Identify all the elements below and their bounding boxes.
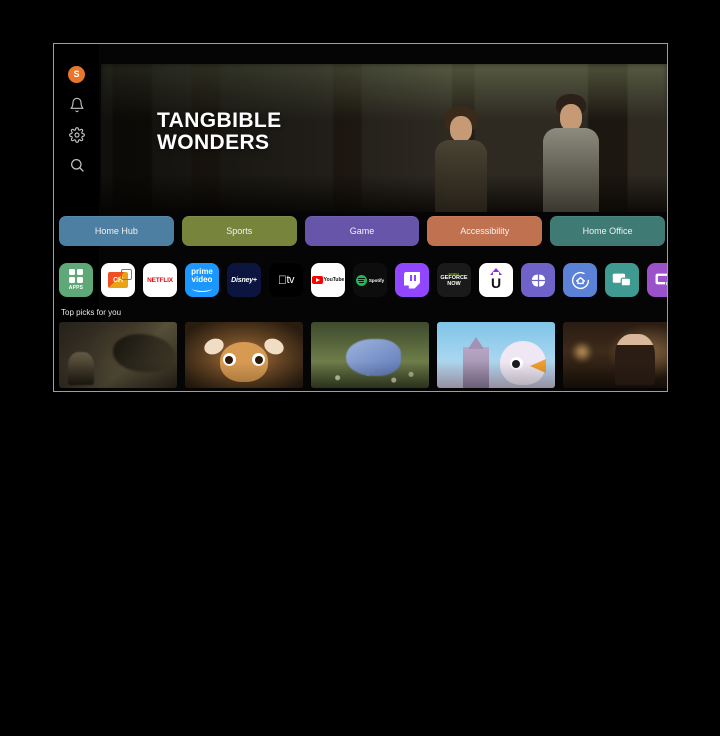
category-accessibility[interactable]: Accessibility	[427, 216, 543, 246]
app-tile-spotify[interactable]: Spotify	[353, 263, 387, 297]
screen-mirror-icon	[654, 272, 667, 289]
gear-icon[interactable]	[68, 127, 85, 143]
thumb-period-drama[interactable]	[563, 322, 667, 388]
tv-screen: S TANGBIBLE WONDERS Home Hub Sports Game…	[54, 44, 667, 391]
app-tile-apps[interactable]: APPS	[59, 263, 93, 297]
app-tile-samsung-tv-plus[interactable]: CH	[101, 263, 135, 297]
app-tile-twitch[interactable]	[395, 263, 429, 297]
twitch-glitch-icon	[404, 271, 420, 289]
category-home-office[interactable]: Home Office	[550, 216, 665, 246]
category-game[interactable]: Game	[304, 216, 420, 246]
chevron-up-icon	[490, 268, 502, 276]
app-label: APPS	[68, 285, 84, 291]
top-picks-row	[59, 322, 667, 390]
app-label: YouTube	[323, 277, 345, 283]
app-label-2: NOW	[447, 280, 461, 287]
thumb-meadow[interactable]	[311, 322, 429, 388]
app-label: U	[490, 275, 502, 291]
thumbnail-overlay	[311, 322, 429, 388]
app-tile-disney-plus[interactable]: Disney+	[227, 263, 261, 297]
app-tile-prime-video[interactable]: prime video	[185, 263, 219, 297]
spotify-icon	[355, 274, 367, 286]
thumb-fantasy-dragon[interactable]	[59, 322, 177, 388]
thumbnail-overlay	[185, 322, 303, 388]
thumbnail-overlay	[59, 322, 177, 388]
category-label: Accessibility	[460, 226, 510, 236]
grid-icon	[69, 269, 83, 283]
profile-avatar[interactable]: S	[68, 66, 85, 83]
channel-icon: CH	[108, 269, 132, 288]
thumbnail-overlay	[437, 322, 555, 388]
app-tile-youtube[interactable]: YouTube	[311, 263, 345, 297]
smile-arrow-icon	[192, 285, 212, 292]
app-label-2: video	[191, 275, 213, 284]
multi-view-icon	[612, 272, 632, 289]
search-icon[interactable]	[69, 157, 85, 173]
thumb-eagle[interactable]	[437, 322, 555, 388]
app-tile-smartthings[interactable]	[563, 263, 597, 297]
app-label: Spotify	[368, 277, 385, 283]
screenshot-root: S TANGBIBLE WONDERS Home Hub Sports Game…	[0, 0, 720, 736]
app-label: tv	[282, 274, 294, 286]
hero-banner[interactable]: TANGBIBLE WONDERS	[101, 64, 667, 212]
globe-icon	[528, 271, 548, 290]
category-sports[interactable]: Sports	[181, 216, 297, 246]
play-icon	[311, 276, 323, 284]
app-tile-u-app[interactable]: U	[479, 263, 513, 297]
category-label: Home Office	[582, 226, 633, 236]
hero-title-line-1: TANGBIBLE	[157, 109, 282, 132]
category-row: Home Hub Sports Game Accessibility Home …	[59, 216, 665, 246]
thumb-giraffe[interactable]	[185, 322, 303, 388]
app-tile-web-browser[interactable]	[521, 263, 555, 297]
category-label: Game	[349, 226, 375, 236]
app-tile-apple-tv[interactable]:  tv	[269, 263, 303, 297]
app-label: Disney+	[231, 276, 257, 284]
hero-title-line-2: WONDERS	[157, 130, 270, 154]
bell-icon[interactable]	[69, 97, 85, 113]
app-row: APPS CH NETFLIX prime video Disney+ tv Y…	[59, 260, 667, 300]
app-tile-netflix[interactable]: NETFLIX	[143, 263, 177, 297]
app-tile-screen-mirror[interactable]	[647, 263, 667, 297]
top-picks-title: Top picks for you	[61, 308, 122, 317]
app-tile-geforce-now[interactable]: NVIDIA GEFORCE NOW	[437, 263, 471, 297]
apple-logo-icon: 	[278, 274, 287, 286]
hero-title: TANGBIBLE WONDERS	[157, 110, 282, 154]
category-label: Home Hub	[94, 226, 138, 236]
tv-frame: S TANGBIBLE WONDERS Home Hub Sports Game…	[53, 43, 668, 392]
category-home-hub[interactable]: Home Hub	[59, 216, 174, 246]
app-tile-multi-view[interactable]	[605, 263, 639, 297]
category-label: Sports	[226, 226, 253, 236]
smartthings-home-icon	[570, 270, 591, 291]
app-label: NETFLIX	[147, 276, 173, 284]
thumbnail-overlay	[563, 322, 667, 388]
